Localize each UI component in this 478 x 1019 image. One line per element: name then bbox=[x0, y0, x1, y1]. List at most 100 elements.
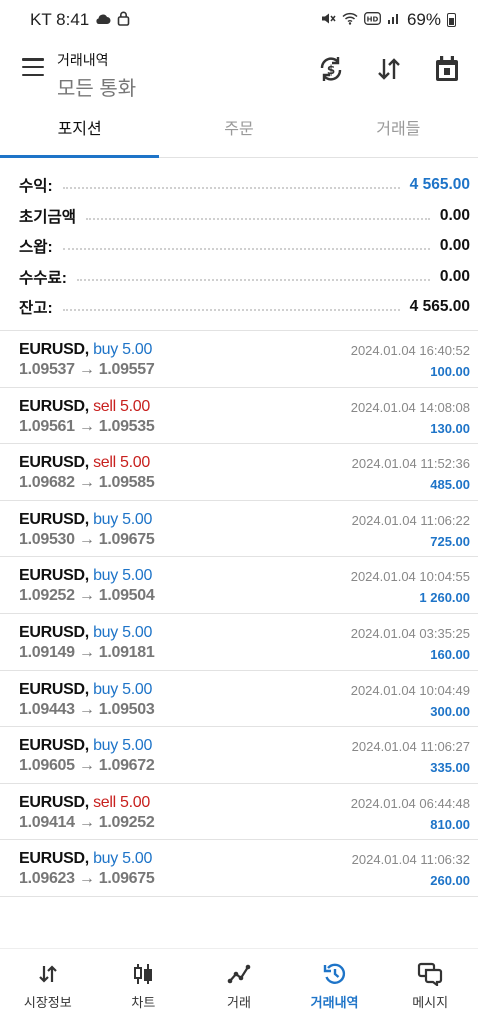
tab-deals[interactable]: 거래들 bbox=[319, 108, 478, 157]
calendar-icon[interactable] bbox=[432, 54, 462, 84]
summary-label: 수수료: bbox=[19, 269, 67, 287]
deal-profit: 260.00 bbox=[430, 873, 470, 889]
deal-time: 2024.01.04 11:52:36 bbox=[351, 456, 470, 472]
deal-prices: 1.09530 → 1.09675 bbox=[19, 530, 155, 548]
summary-row-swap: 스왑: 0.00 bbox=[19, 231, 470, 262]
deal-prices: 1.09623 → 1.09675 bbox=[19, 870, 155, 888]
summary-value: 0.00 bbox=[439, 237, 470, 255]
summary-label: 스왑: bbox=[19, 239, 53, 257]
menu-icon[interactable] bbox=[22, 58, 44, 76]
header-actions: $ bbox=[316, 54, 462, 84]
deal-profit: 100.00 bbox=[430, 364, 470, 379]
deal-prices: 1.09149 → 1.09181 bbox=[19, 643, 155, 661]
deal-title: EURUSD, buy 5.00 bbox=[19, 737, 152, 755]
tab-orders[interactable]: 주문 bbox=[159, 108, 318, 157]
deal-title: EURUSD, sell 5.00 bbox=[19, 454, 150, 472]
summary-row-profit: 수익: 4 565.00 bbox=[19, 170, 470, 201]
bottom-nav: 시장정보 차트 거래 거래내역 메시지 bbox=[0, 948, 478, 1019]
nav-quotes[interactable]: 시장정보 bbox=[0, 949, 96, 1019]
deal-symbol: EURUSD, bbox=[19, 397, 89, 415]
deal-time: 2024.01.04 11:06:32 bbox=[351, 852, 470, 868]
deal-symbol: EURUSD, bbox=[19, 680, 89, 698]
deal-time: 2024.01.04 14:08:08 bbox=[350, 399, 470, 415]
signal-icon bbox=[387, 12, 401, 28]
deal-symbol: EURUSD, bbox=[19, 454, 89, 472]
tab-positions[interactable]: 포지션 bbox=[0, 108, 160, 158]
deal-row[interactable]: EURUSD, sell 5.00 1.09414 → 1.09252 2024.0… bbox=[0, 784, 478, 841]
deal-prices: 1.09537 → 1.09557 bbox=[19, 361, 155, 378]
deal-row[interactable]: EURUSD, sell 5.00 1.09561 → 1.09535 2024.0… bbox=[0, 388, 478, 445]
currency-exchange-icon[interactable]: $ bbox=[316, 54, 346, 84]
deal-row[interactable]: EURUSD, buy 5.00 1.09149 → 1.09181 2024.01… bbox=[0, 614, 478, 671]
wifi-icon bbox=[342, 12, 358, 28]
summary-label: 수익: bbox=[19, 178, 53, 196]
deal-title: EURUSD, buy 5.00 bbox=[19, 850, 152, 868]
deal-title: EURUSD, buy 5.00 bbox=[19, 567, 152, 585]
deal-profit: 725.00 bbox=[430, 533, 470, 549]
deal-prices: 1.09414 → 1.09252 bbox=[19, 813, 155, 831]
lock-icon bbox=[117, 11, 130, 29]
summary-label: 초기금액 bbox=[19, 208, 77, 226]
deal-time: 2024.01.04 10:04:55 bbox=[350, 569, 470, 585]
sort-icon[interactable] bbox=[374, 54, 404, 84]
deal-side: buy 5.00 bbox=[93, 341, 153, 358]
deal-time: 2024.01.04 03:35:25 bbox=[350, 625, 470, 641]
deal-symbol: EURUSD, bbox=[19, 793, 89, 811]
deal-row[interactable]: EURUSD, buy 5.00 1.09605 → 1.09672 2024.01… bbox=[0, 727, 478, 784]
deals-list: EURUSD, buy 5.00 1.09537 → 1.09557 2024.01… bbox=[0, 330, 478, 897]
deal-row[interactable]: EURUSD, buy 5.00 1.09252 → 1.09504 2024.01… bbox=[0, 557, 478, 614]
summary-row-balance: 잔고: 4 565.00 bbox=[19, 292, 470, 323]
deal-title: EURUSD, buy 5.00 bbox=[19, 624, 152, 642]
deal-side: sell 5.00 bbox=[93, 454, 150, 472]
deal-row[interactable]: EURUSD, buy 5.00 1.09530 → 1.09675 2024.01… bbox=[0, 501, 478, 558]
nav-chart[interactable]: 차트 bbox=[96, 949, 192, 1019]
nav-label: 메시지 bbox=[412, 995, 449, 1010]
deal-title: EURUSD, buy 5.00 bbox=[19, 681, 152, 699]
dotted-leader bbox=[76, 278, 430, 281]
deal-row[interactable]: EURUSD, buy 5.00 1.09443 → 1.09503 2024.01… bbox=[0, 671, 478, 728]
nav-label: 거래내역 bbox=[310, 995, 359, 1010]
deal-symbol: EURUSD, bbox=[19, 623, 89, 641]
deal-profit: 810.00 bbox=[430, 816, 470, 832]
deal-time: 2024.01.04 16:40:52 bbox=[350, 343, 470, 358]
svg-text:$: $ bbox=[327, 63, 335, 77]
quotes-icon bbox=[37, 961, 59, 987]
deal-row[interactable]: EURUSD, buy 5.00 1.09623 → 1.09675 2024.01… bbox=[0, 840, 478, 897]
nav-history[interactable]: 거래내역 bbox=[287, 949, 383, 1019]
symbol-filter[interactable]: 모든 통화 bbox=[57, 72, 136, 101]
deal-prices: 1.09561 → 1.09535 bbox=[19, 417, 155, 435]
status-right: HD 69% bbox=[321, 10, 456, 30]
status-left: KT 8:41 bbox=[30, 10, 130, 30]
header-titles: 거래내역 모든 통화 bbox=[57, 50, 136, 101]
deal-side: buy 5.00 bbox=[93, 737, 153, 755]
deal-prices: 1.09252 → 1.09504 bbox=[19, 587, 155, 605]
deal-title: EURUSD, buy 5.00 bbox=[19, 511, 152, 529]
summary-row-deposit: 초기금액 0.00 bbox=[19, 201, 470, 232]
battery-icon bbox=[447, 13, 456, 27]
deal-profit: 130.00 bbox=[430, 420, 470, 436]
deal-title: EURUSD, buy 5.00 bbox=[19, 341, 152, 359]
deal-prices: 1.09682 → 1.09585 bbox=[19, 474, 155, 492]
summary-panel: 수익: 4 565.00 초기금액 0.00 스왑: 0.00 수수료: 0.0… bbox=[0, 170, 478, 323]
messages-icon bbox=[417, 961, 443, 987]
deal-time: 2024.01.04 11:06:27 bbox=[351, 739, 470, 755]
deal-title: EURUSD, sell 5.00 bbox=[19, 398, 150, 416]
deal-side: buy 5.00 bbox=[93, 680, 153, 698]
nav-label: 거래 bbox=[227, 995, 251, 1010]
trade-icon bbox=[227, 961, 251, 987]
battery-percent: 69% bbox=[406, 10, 441, 29]
nav-messages[interactable]: 메시지 bbox=[382, 949, 478, 1019]
deal-symbol: EURUSD, bbox=[19, 341, 89, 358]
dotted-leader bbox=[62, 248, 430, 251]
deal-profit: 160.00 bbox=[430, 646, 470, 662]
chart-icon bbox=[132, 961, 154, 987]
deal-row[interactable]: EURUSD, buy 5.00 1.09537 → 1.09557 2024.01… bbox=[0, 331, 478, 388]
deal-symbol: EURUSD, bbox=[19, 850, 89, 868]
nav-trade[interactable]: 거래 bbox=[191, 949, 287, 1019]
carrier-time: KT 8:41 bbox=[30, 10, 90, 29]
deal-row[interactable]: EURUSD, sell 5.00 1.09682 → 1.09585 2024.0… bbox=[0, 444, 478, 501]
nav-label: 시장정보 bbox=[23, 995, 72, 1010]
mute-icon bbox=[321, 12, 336, 28]
summary-label: 잔고: bbox=[19, 300, 53, 318]
dotted-leader bbox=[62, 309, 400, 312]
